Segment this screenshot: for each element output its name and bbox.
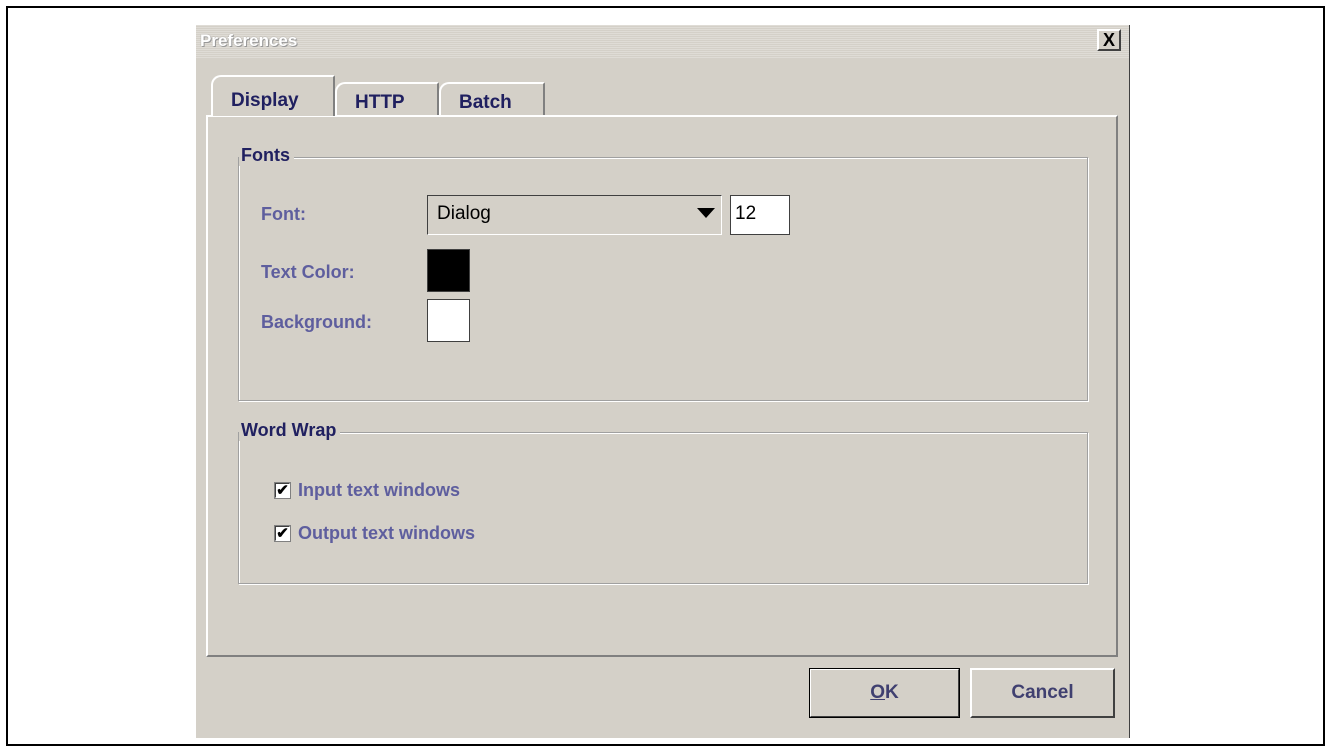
background-color-swatch[interactable] (427, 299, 470, 342)
fonts-group-title: Fonts (239, 145, 294, 166)
tab-batch[interactable]: Batch (439, 82, 545, 115)
display-tab-panel: Fonts Font: Dialog 12 Text Color: Backgr… (206, 115, 1118, 657)
font-select-value: Dialog (437, 203, 491, 224)
close-icon: X (1102, 30, 1115, 50)
dialog-title: Preferences (200, 31, 298, 50)
background-label: Background: (261, 312, 373, 332)
tab-display[interactable]: Display (211, 75, 335, 116)
font-size-field[interactable]: 12 (730, 195, 790, 235)
input-text-windows-label: Input text windows (298, 480, 460, 500)
text-color-swatch[interactable] (427, 249, 470, 292)
wordwrap-group: Word Wrap ✔ Input text windows ✔ Output … (238, 420, 1088, 584)
text-color-label: Text Color: (261, 262, 355, 282)
output-text-windows-label: Output text windows (298, 523, 475, 543)
font-select[interactable]: Dialog (427, 195, 722, 235)
ok-button[interactable]: OK (809, 668, 960, 718)
ok-label-rest: K (885, 682, 899, 703)
check-icon[interactable]: ✔ (275, 526, 290, 541)
input-text-windows-checkbox[interactable]: ✔ Input text windows (275, 480, 460, 501)
tab-display-label: Display (231, 90, 299, 111)
ok-mnemonic: O (870, 682, 886, 703)
output-text-windows-checkbox[interactable]: ✔ Output text windows (275, 523, 475, 544)
font-label: Font: (261, 204, 306, 224)
tab-http[interactable]: HTTP (335, 82, 439, 115)
title-bar[interactable]: Preferences X (196, 25, 1129, 58)
tab-batch-label: Batch (459, 92, 512, 113)
check-icon[interactable]: ✔ (275, 483, 290, 498)
cancel-button[interactable]: Cancel (970, 668, 1115, 718)
cancel-label: Cancel (1011, 682, 1074, 703)
close-button[interactable]: X (1097, 29, 1121, 51)
fonts-group: Fonts Font: Dialog 12 Text Color: Backgr… (238, 145, 1088, 401)
preferences-dialog: Preferences X Display HTTP Batch Fonts F… (195, 25, 1130, 738)
tab-http-label: HTTP (355, 92, 405, 113)
wordwrap-group-title: Word Wrap (239, 420, 341, 441)
chevron-down-icon (697, 208, 715, 218)
